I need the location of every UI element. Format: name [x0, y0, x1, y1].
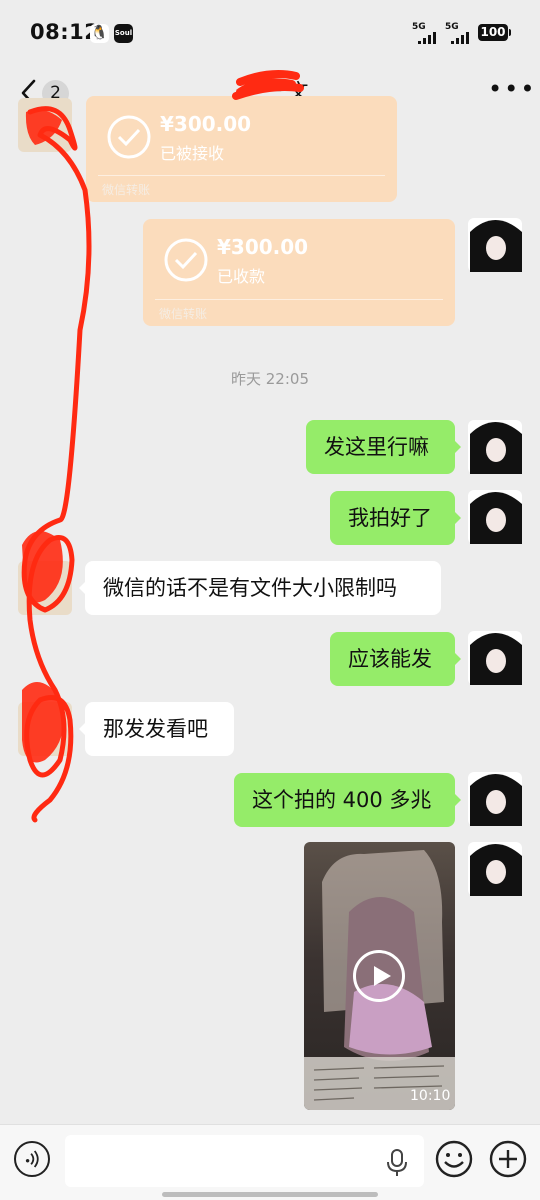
chat-screen: 08:12 🐧 Soul 5G 5G 100 2 一 一 文 ••• ¥300.…	[0, 0, 540, 1200]
check-circle-icon	[164, 238, 208, 282]
transfer-status: 已被接收	[160, 144, 225, 163]
divider	[155, 299, 443, 300]
my-avatar[interactable]	[468, 490, 522, 544]
transfer-label: 微信转账	[159, 307, 208, 321]
my-avatar[interactable]	[468, 772, 522, 826]
my-avatar[interactable]	[468, 420, 522, 474]
message-bubble-received[interactable]: 微信的话不是有文件大小限制吗	[79, 561, 441, 615]
plus-icon[interactable]	[488, 1139, 528, 1179]
soul-icon: Soul	[114, 24, 133, 43]
transfer-label: 微信转账	[102, 183, 151, 197]
my-avatar[interactable]	[468, 631, 522, 685]
message-bubble-sent[interactable]: 我拍好了	[330, 491, 461, 545]
my-avatar[interactable]	[468, 842, 522, 896]
input-bar	[0, 1124, 540, 1200]
contact-avatar[interactable]	[18, 98, 72, 152]
divider	[98, 175, 385, 176]
battery-icon: 100	[478, 24, 511, 41]
message-input[interactable]	[65, 1135, 424, 1187]
video-duration: 10:10	[410, 1088, 451, 1104]
message-bubble-sent[interactable]: 发这里行嘛	[306, 420, 461, 474]
check-circle-icon	[107, 115, 151, 159]
transfer-status: 已收款	[217, 267, 266, 286]
my-avatar[interactable]	[468, 218, 522, 272]
voice-input-icon[interactable]	[14, 1141, 50, 1177]
transfer-card-received[interactable]: ¥300.00 已被接收 微信转账	[86, 96, 397, 202]
transfer-amount: ¥300.00	[160, 112, 252, 136]
network-label: 5G	[412, 22, 426, 32]
contact-avatar[interactable]	[18, 561, 72, 615]
message-bubble-sent[interactable]: 应该能发	[330, 632, 461, 686]
status-time: 08:12	[30, 20, 100, 44]
play-icon[interactable]	[353, 950, 405, 1002]
emoji-icon[interactable]	[434, 1139, 474, 1179]
transfer-amount: ¥300.00	[217, 235, 309, 259]
status-bar: 08:12 🐧 Soul 5G 5G 100	[0, 0, 540, 64]
message-bubble-received[interactable]: 那发发看吧	[79, 702, 234, 756]
contact-avatar[interactable]	[18, 702, 72, 756]
message-bubble-sent[interactable]: 这个拍的 400 多兆	[234, 773, 461, 827]
message-timestamp: 昨天 22:05	[231, 370, 309, 388]
more-options-icon[interactable]: •••	[488, 77, 534, 102]
network-label-2: 5G	[445, 22, 459, 32]
qq-icon: 🐧	[90, 24, 109, 43]
home-indicator[interactable]	[162, 1192, 378, 1197]
microphone-icon[interactable]	[386, 1149, 408, 1177]
transfer-card-collected[interactable]: ¥300.00 已收款 微信转账	[143, 219, 455, 326]
